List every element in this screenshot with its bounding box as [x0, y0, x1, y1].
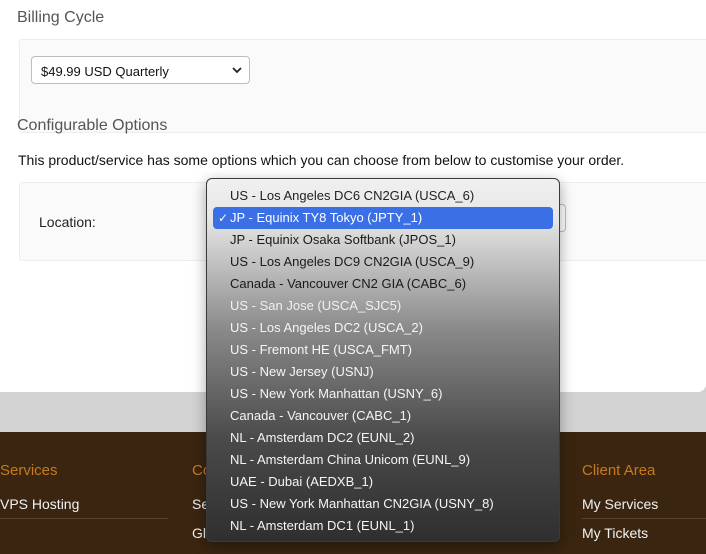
- dropdown-option-label: US - Los Angeles DC6 CN2GIA (USCA_6): [230, 188, 475, 203]
- dropdown-option[interactable]: US - Fremont HE (USCA_FMT): [213, 339, 553, 361]
- checkmark-icon: ✓: [218, 211, 229, 225]
- dropdown-option[interactable]: Canada - Vancouver (CABC_1): [213, 405, 553, 427]
- dropdown-option-label: NL - Amsterdam DC2 (EUNL_2): [230, 430, 415, 445]
- dropdown-option[interactable]: ✓ JP - Equinix TY8 Tokyo (JPTY_1): [213, 207, 553, 229]
- dropdown-option-label: US - Fremont HE (USCA_FMT): [230, 342, 413, 357]
- dropdown-option[interactable]: JP - Equinix Osaka Softbank (JPOS_1): [213, 229, 553, 251]
- dropdown-option[interactable]: US - New Jersey (USNJ): [213, 361, 553, 383]
- dropdown-option-label: US - San Jose (USCA_SJC5): [230, 298, 402, 313]
- dropdown-option[interactable]: US - New York Manhattan CN2GIA (USNY_8): [213, 493, 553, 515]
- chevron-down-icon: [232, 67, 242, 74]
- dropdown-option[interactable]: US - Los Angeles DC2 (USCA_2): [213, 317, 553, 339]
- location-dropdown-menu[interactable]: US - Los Angeles DC6 CN2GIA (USCA_6) ✓ JP …: [206, 178, 560, 542]
- dropdown-option-label: US - New York Manhattan (USNY_6): [230, 386, 443, 401]
- dropdown-option-label: JP - Equinix TY8 Tokyo (JPTY_1): [230, 210, 423, 225]
- dropdown-option[interactable]: US - Los Angeles DC6 CN2GIA (USCA_6): [213, 185, 553, 207]
- footer-link-col2-2[interactable]: Gl: [192, 525, 206, 541]
- dropdown-option[interactable]: US - New York Manhattan (USNY_6): [213, 383, 553, 405]
- dropdown-option[interactable]: Canada - Vancouver CN2 GIA (CABC_6): [213, 273, 553, 295]
- footer-divider: [582, 518, 706, 519]
- dropdown-option-label: US - Los Angeles DC2 (USCA_2): [230, 320, 423, 335]
- billing-cycle-select[interactable]: $49.99 USD Quarterly: [31, 56, 250, 84]
- dropdown-option[interactable]: NL - Amsterdam China Unicom (EUNL_9): [213, 449, 553, 471]
- configurable-options-title: Configurable Options: [17, 117, 168, 134]
- dropdown-option-label: US - Los Angeles DC9 CN2GIA (USCA_9): [230, 254, 475, 269]
- dropdown-option-label: UAE - Dubai (AEDXB_1): [230, 474, 374, 489]
- dropdown-option-label: US - New Jersey (USNJ): [230, 364, 374, 379]
- dropdown-option-label: JP - Equinix Osaka Softbank (JPOS_1): [230, 232, 456, 247]
- billing-cycle-title: Billing Cycle: [17, 9, 105, 26]
- configurable-options-description: This product/service has some options wh…: [18, 152, 625, 168]
- footer-services-heading: Services: [0, 462, 58, 479]
- dropdown-option[interactable]: NL - Amsterdam DC1 (EUNL_1): [213, 515, 553, 537]
- dropdown-option[interactable]: NL - Amsterdam DC2 (EUNL_2): [213, 427, 553, 449]
- footer-client-area-heading: Client Area: [582, 462, 656, 479]
- dropdown-option-label: Canada - Vancouver CN2 GIA (CABC_6): [230, 276, 467, 291]
- dropdown-option-label: NL - Amsterdam DC1 (EUNL_1): [230, 518, 415, 533]
- footer-link-vps-hosting[interactable]: VPS Hosting: [0, 496, 79, 512]
- location-label: Location:: [39, 214, 96, 230]
- dropdown-option-label: US - New York Manhattan CN2GIA (USNY_8): [230, 496, 494, 511]
- dropdown-option-label: NL - Amsterdam China Unicom (EUNL_9): [230, 452, 471, 467]
- dropdown-option[interactable]: US - San Jose (USCA_SJC5): [213, 295, 553, 317]
- dropdown-option[interactable]: US - Los Angeles DC9 CN2GIA (USCA_9): [213, 251, 553, 273]
- footer-link-my-tickets[interactable]: My Tickets: [582, 525, 648, 541]
- dropdown-option[interactable]: UAE - Dubai (AEDXB_1): [213, 471, 553, 493]
- billing-cycle-value: $49.99 USD Quarterly: [41, 64, 169, 79]
- footer-link-my-services[interactable]: My Services: [582, 496, 658, 512]
- dropdown-option-label: Canada - Vancouver (CABC_1): [230, 408, 412, 423]
- footer-divider: [0, 518, 168, 519]
